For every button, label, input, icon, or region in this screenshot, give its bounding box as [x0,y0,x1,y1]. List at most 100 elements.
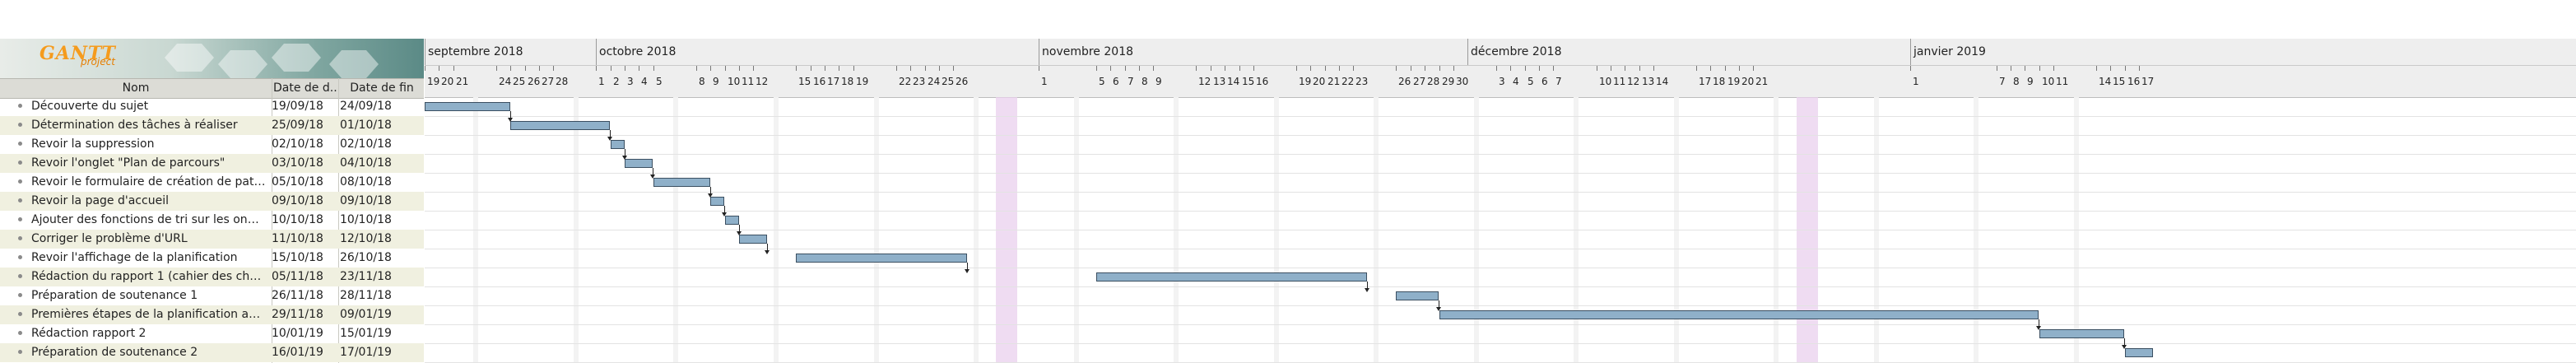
table-row[interactable]: Revoir la suppression 02/10/18 02/10/18 [0,135,424,154]
day-tick [1310,66,1311,71]
day-tick [1639,66,1640,71]
day-label: 9 [713,76,719,87]
day-tick [1396,66,1397,71]
row-gridline [425,305,2576,306]
task-start-date: 10/10/18 [272,213,323,226]
task-bullet-icon [18,236,22,240]
dependency-arrow-icon [607,137,612,141]
day-label: 7 [1555,76,1562,87]
task-bar[interactable] [2125,348,2153,357]
task-start-date: 05/11/18 [272,270,323,283]
logo-subtext: project [81,56,115,67]
day-tick [653,66,654,71]
day-label: 9 [2027,76,2034,87]
task-name: Préparation de soutenance 1 [31,289,198,302]
day-label: 18 [841,76,854,87]
table-row[interactable]: Revoir l'affichage de la planification 15… [0,249,424,268]
task-bar[interactable] [1096,272,1367,282]
day-label: 26 [1398,76,1411,87]
task-bar[interactable] [1396,291,1439,300]
day-label: 5 [1527,76,1534,87]
dependency-arrow-icon [2036,326,2041,330]
column-header-start[interactable]: Date de d... [273,81,337,95]
task-bar[interactable] [2039,329,2124,338]
column-header-end[interactable]: Date de fin [341,81,423,95]
table-row[interactable]: Découverte du sujet 19/09/18 24/09/18 [0,97,424,116]
day-tick [1110,66,1111,71]
day-label: 15 [1242,76,1255,87]
day-header: 19 20 21 24 25 26 27 28 1 2 3 4 5 8 9 10 11 12 15 16 17 18 19 2… [425,66,2576,98]
task-bullet-icon [18,293,22,297]
task-start-date: 02/10/18 [272,137,323,151]
day-tick [1696,66,1697,71]
task-start-date: 10/01/19 [272,327,323,340]
day-tick [2053,66,2054,71]
day-label: 4 [641,76,648,87]
day-tick [696,66,697,71]
table-row[interactable]: Rédaction du rapport 1 (cahier des charg… [0,268,424,286]
day-label: 19 [1727,76,1741,87]
table-row[interactable]: Rédaction rapport 2 10/01/19 15/01/19 [0,324,424,343]
day-label: 19 [856,76,869,87]
day-tick [739,66,740,71]
day-label: 15 [2113,76,2126,87]
task-bar[interactable] [510,121,610,130]
day-label: 11 [1613,76,1626,87]
table-row[interactable]: Premières étapes de la planification aut… [0,305,424,324]
day-tick [1239,66,1240,71]
day-tick [510,66,511,71]
task-start-date: 05/10/18 [272,175,323,188]
day-tick [1653,66,1654,71]
table-row[interactable]: Préparation de soutenance 2 16/01/19 17/01… [0,343,424,362]
task-bar[interactable] [1439,310,2039,319]
day-label: 10 [728,76,741,87]
day-tick [539,66,540,71]
day-tick [525,66,526,71]
day-tick [1153,66,1154,71]
table-row[interactable]: Revoir la page d'accueil 09/10/18 09/10/18 [0,192,424,211]
task-bar[interactable] [796,254,967,263]
task-name: Ajouter des fonctions de tri sur les ong… [31,213,266,226]
task-start-date: 15/10/18 [272,251,323,264]
day-tick [596,66,597,71]
task-bullet-icon [18,255,22,259]
month-label: octobre 2018 [599,45,677,58]
day-label: 14 [2099,76,2112,87]
gantt-chart-area[interactable]: septembre 2018 octobre 2018 novembre 2018 d… [425,0,2576,363]
task-bar[interactable] [425,102,510,111]
table-row[interactable]: Corriger le problème d'URL 11/10/18 12/10/… [0,230,424,249]
task-name: Corriger le problème d'URL [31,232,188,245]
task-bullet-icon [18,312,22,316]
day-label: 10 [2042,76,2055,87]
day-label: 27 [1413,76,1426,87]
task-bar[interactable] [739,235,767,244]
task-bar[interactable] [710,197,724,206]
column-header-name[interactable]: Nom [0,81,272,95]
day-label: 13 [1213,76,1226,87]
task-bullet-icon [18,161,22,165]
task-start-date: 11/10/18 [272,232,323,245]
day-label: 12 [756,76,769,87]
table-row[interactable]: Détermination des tâches à réaliser 25/09… [0,116,424,135]
task-bar[interactable] [725,216,739,225]
dependency-arrow-icon [722,212,727,216]
day-label: 11 [2056,76,2069,87]
day-label: 19 [427,76,440,87]
task-bar[interactable] [653,178,710,187]
table-row[interactable]: Ajouter des fonctions de tri sur les ong… [0,211,424,230]
day-tick [2139,66,2140,71]
day-tick [710,66,711,71]
day-tick [1739,66,1740,71]
table-row[interactable]: Revoir l'onglet "Plan de parcours" 03/10/… [0,154,424,173]
day-label: 20 [1313,76,1326,87]
task-bar[interactable] [625,159,653,168]
table-row[interactable]: Revoir le formulaire de création de pati… [0,173,424,192]
day-label: 23 [1355,76,1369,87]
task-end-date: 26/10/18 [340,251,392,264]
table-row[interactable]: Préparation de soutenance 1 26/11/18 28/11… [0,286,424,305]
day-tick [896,66,897,71]
task-bar[interactable] [611,140,625,149]
day-tick [2039,66,2040,71]
day-label: 12 [1198,76,1211,87]
dependency-arrow-icon [1365,288,1369,292]
